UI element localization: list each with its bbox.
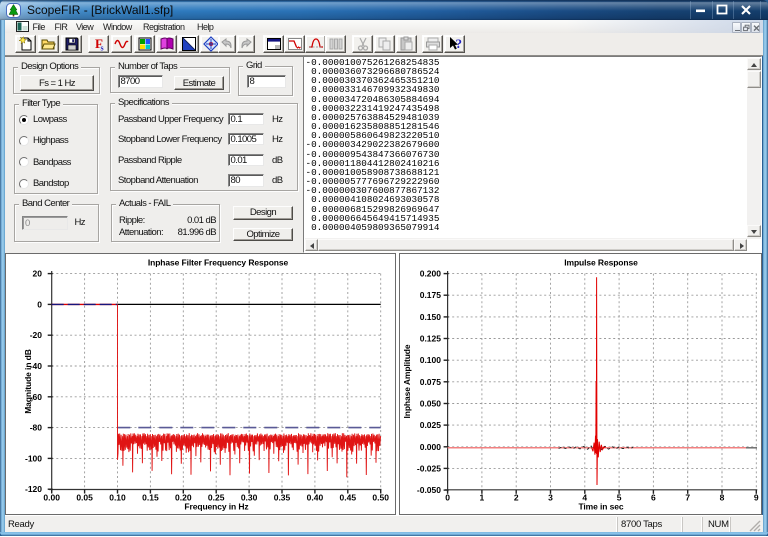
- svg-text:0.15: 0.15: [142, 493, 159, 503]
- svg-text:1: 1: [480, 493, 485, 503]
- svg-text:0.10: 0.10: [109, 493, 126, 503]
- svg-text:Impulse Response: Impulse Response: [564, 258, 638, 268]
- svg-text:6: 6: [651, 493, 656, 503]
- svg-text:3: 3: [548, 493, 553, 503]
- svg-text:Magnitude in dB: Magnitude in dB: [23, 349, 33, 414]
- svg-text:0.075: 0.075: [420, 377, 442, 387]
- svg-text:-80: -80: [30, 423, 43, 433]
- svg-text:0.40: 0.40: [307, 493, 324, 503]
- svg-text:8: 8: [720, 493, 725, 503]
- svg-text:9: 9: [754, 493, 759, 503]
- svg-text:0.200: 0.200: [420, 269, 442, 279]
- svg-text:-100: -100: [25, 453, 42, 463]
- svg-text:0: 0: [37, 299, 42, 309]
- svg-text:-0.050: -0.050: [417, 485, 441, 495]
- svg-text:Inphase Amplitude: Inphase Amplitude: [402, 344, 412, 418]
- svg-text:0.05: 0.05: [76, 493, 93, 503]
- svg-text:Inphase Filter Frequency Respo: Inphase Filter Frequency Response: [148, 258, 289, 268]
- svg-text:0: 0: [445, 493, 450, 503]
- svg-text:0.00: 0.00: [43, 493, 60, 503]
- svg-text:0.50: 0.50: [372, 493, 389, 503]
- svg-text:-20: -20: [30, 330, 43, 340]
- svg-text:0.125: 0.125: [420, 334, 442, 344]
- svg-text:7: 7: [685, 493, 690, 503]
- svg-text:0.150: 0.150: [420, 312, 442, 322]
- svg-text:0.35: 0.35: [274, 493, 291, 503]
- svg-text:Frequency in Hz: Frequency in Hz: [184, 502, 248, 512]
- svg-text:-120: -120: [25, 484, 42, 494]
- svg-text:0.025: 0.025: [420, 420, 442, 430]
- svg-text:0.000: 0.000: [420, 442, 442, 452]
- svg-text:0.175: 0.175: [420, 290, 442, 300]
- svg-text:0.100: 0.100: [420, 355, 442, 365]
- svg-text:20: 20: [33, 269, 43, 279]
- svg-text:-0.025: -0.025: [417, 463, 441, 473]
- svg-text:0.45: 0.45: [340, 493, 357, 503]
- svg-text:2: 2: [514, 493, 519, 503]
- svg-text:0.050: 0.050: [420, 399, 442, 409]
- svg-text:Time in sec: Time in sec: [578, 502, 623, 512]
